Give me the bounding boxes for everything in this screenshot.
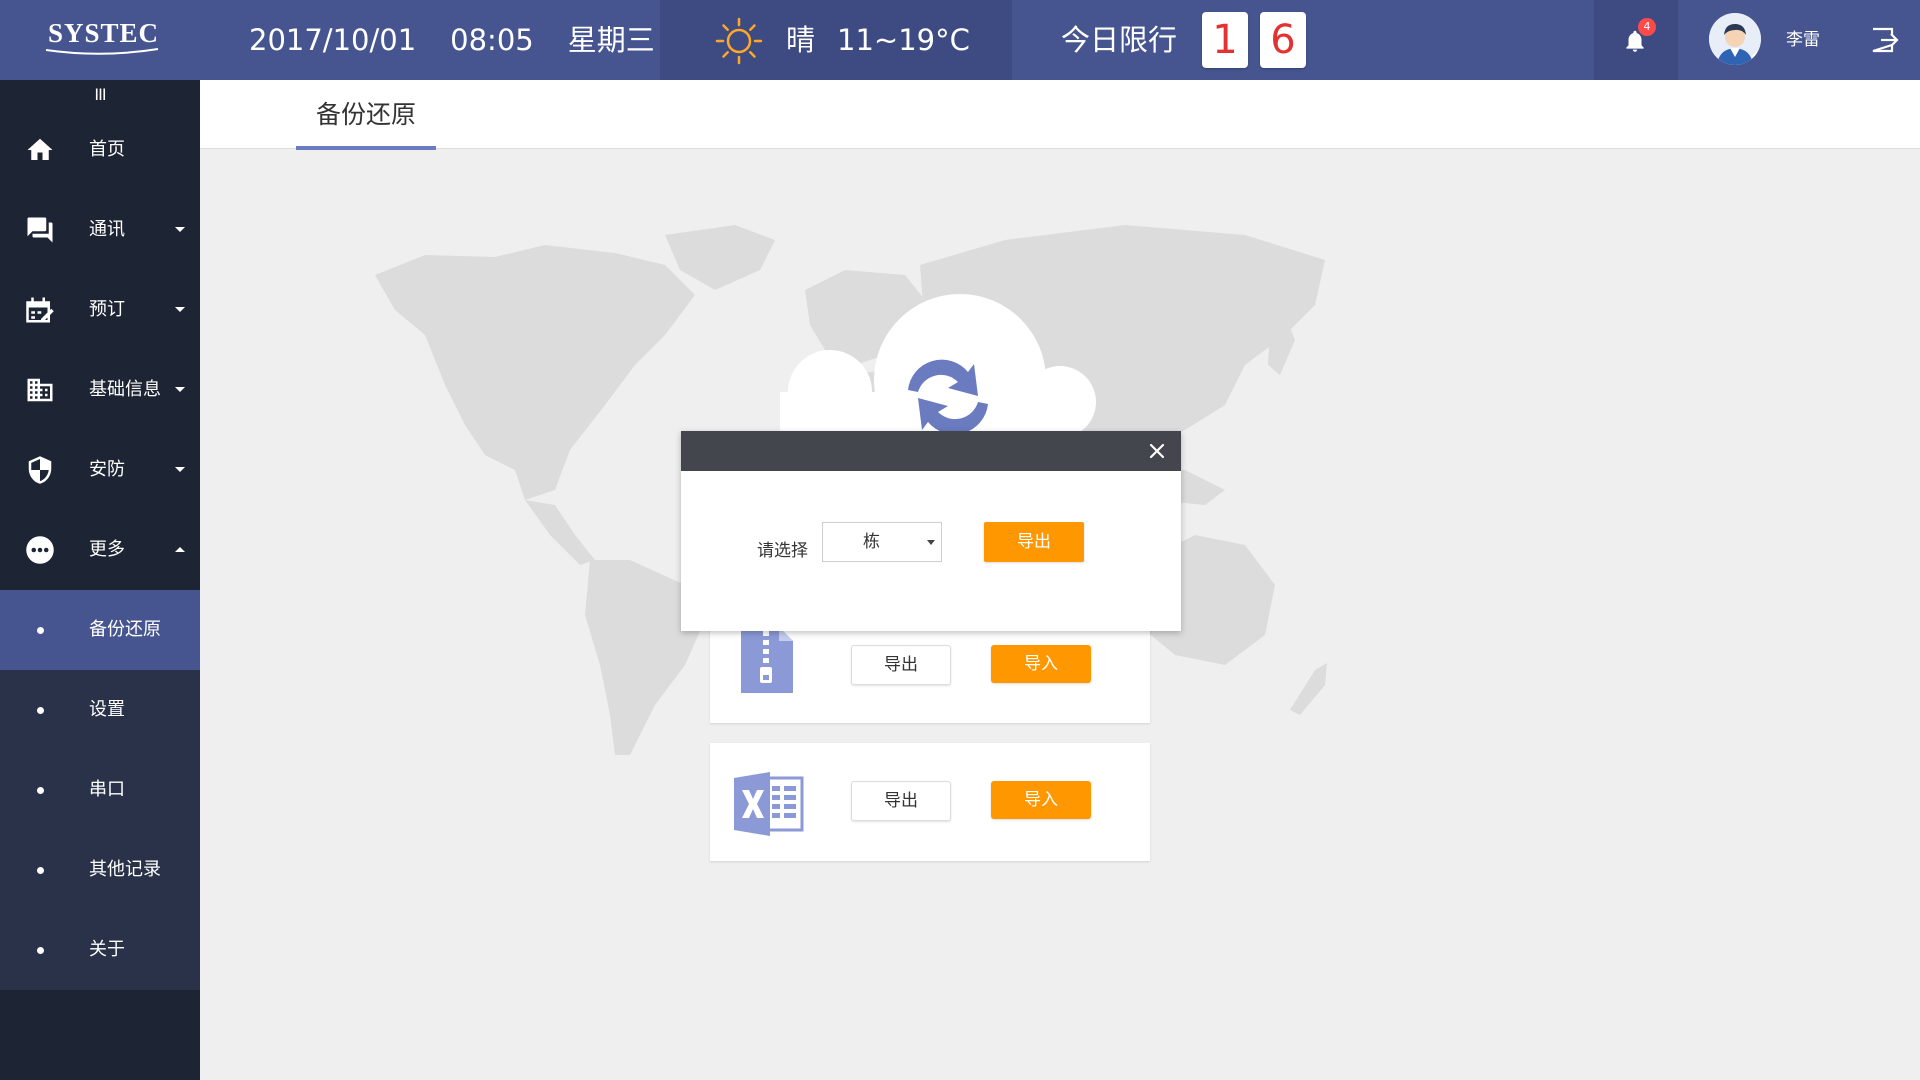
zip-file-icon — [741, 627, 793, 693]
dropdown-arrow-icon — [927, 540, 935, 545]
export-dialog: 请选择 栋 导出 — [681, 431, 1181, 631]
chevron-down-icon — [175, 307, 185, 312]
limit-digit-1: 1 — [1202, 12, 1248, 68]
zip-import-button[interactable]: 导入 — [991, 645, 1091, 683]
sidebar-item-home[interactable]: 首页 — [0, 110, 200, 190]
chat-icon — [27, 217, 53, 243]
sun-icon — [715, 17, 763, 65]
submenu-item-other-records[interactable]: 其他记录 — [0, 830, 200, 910]
bullet-icon — [37, 787, 44, 794]
submenu-item-about[interactable]: 关于 — [0, 910, 200, 990]
building-icon — [27, 378, 53, 402]
booking-icon — [26, 297, 54, 323]
sidebar: III 首页 通讯 预订 基础信息 安防 更多 备份还原 设置 串口 其他记录 … — [0, 80, 200, 1080]
sidebar-item-communication[interactable]: 通讯 — [0, 190, 200, 270]
home-icon — [27, 138, 53, 160]
cloud-sync-illustration — [780, 294, 1096, 442]
sidebar-item-label: 基础信息 — [89, 379, 161, 400]
time-text: 08:05 — [450, 23, 534, 57]
more-icon — [26, 536, 54, 564]
sidebar-item-label: 通讯 — [89, 219, 125, 240]
select-value: 栋 — [863, 532, 880, 552]
sidebar-item-basic-info[interactable]: 基础信息 — [0, 350, 200, 430]
sidebar-item-label: 更多 — [89, 539, 125, 560]
bullet-icon — [37, 867, 44, 874]
date-text: 2017/10/01 — [249, 23, 417, 57]
chevron-down-icon — [175, 227, 185, 232]
select-label: 请选择 — [757, 541, 808, 561]
datetime: 2017/10/01 08:05 星期三 — [249, 0, 689, 80]
zip-export-button[interactable]: 导出 — [851, 645, 951, 685]
excel-export-button[interactable]: 导出 — [851, 781, 951, 821]
sidebar-item-label: 首页 — [89, 139, 125, 160]
dialog-header — [681, 431, 1181, 471]
logo-text: SYSTEC — [48, 18, 160, 48]
top-bar: SYSTEC 2017/10/01 08:05 星期三 晴 11~19°C 今日限行… — [0, 0, 1920, 80]
sidebar-item-label: 预订 — [89, 299, 125, 320]
sidebar-item-security[interactable]: 安防 — [0, 430, 200, 510]
chevron-down-icon — [175, 387, 185, 392]
submenu-item-serial-port[interactable]: 串口 — [0, 750, 200, 830]
logo: SYSTEC — [0, 0, 200, 80]
traffic-limit-label: 今日限行 — [1061, 23, 1178, 57]
shield-icon — [28, 456, 52, 484]
notification-badge: 4 — [1638, 18, 1656, 36]
submenu-item-label: 备份还原 — [89, 619, 161, 640]
tab-bar: 备份还原 — [200, 80, 1920, 150]
chevron-up-icon — [175, 547, 185, 552]
excel-import-button[interactable]: 导入 — [991, 781, 1091, 819]
tab-backup-restore[interactable]: 备份还原 — [296, 80, 436, 150]
weekday-text: 星期三 — [567, 23, 655, 57]
submenu-item-label: 其他记录 — [89, 859, 161, 880]
notification-button[interactable]: 4 — [1594, 0, 1678, 80]
sidebar-item-more[interactable]: 更多 — [0, 510, 200, 590]
weather-condition: 晴 — [786, 23, 816, 57]
logo-swoosh — [45, 48, 159, 55]
close-icon[interactable] — [1141, 435, 1173, 467]
limit-digit-2: 6 — [1260, 12, 1306, 68]
bullet-icon — [37, 707, 44, 714]
weather-panel: 晴 11~19°C — [660, 0, 1012, 80]
bullet-icon — [37, 947, 44, 954]
sidebar-item-label: 安防 — [89, 459, 125, 480]
sidebar-toggle[interactable]: III — [0, 80, 200, 110]
avatar-image — [1709, 13, 1761, 65]
building-select[interactable]: 栋 — [822, 522, 942, 562]
submenu-item-label: 关于 — [89, 939, 125, 960]
sidebar-item-booking[interactable]: 预订 — [0, 270, 200, 350]
submenu-item-label: 设置 — [89, 699, 125, 720]
bullet-icon — [37, 627, 44, 634]
username[interactable]: 李雷 — [1786, 0, 1820, 80]
submenu-item-label: 串口 — [89, 779, 125, 800]
weather-temperature: 11~19°C — [837, 23, 970, 57]
backup-card-excel: 导出 导入 — [710, 743, 1150, 861]
submenu-more: 备份还原 设置 串口 其他记录 关于 — [0, 590, 200, 990]
avatar[interactable] — [1709, 13, 1761, 65]
logout-icon[interactable] — [1870, 26, 1900, 54]
chevron-down-icon — [175, 467, 185, 472]
submenu-item-backup-restore[interactable]: 备份还原 — [0, 590, 200, 670]
submenu-item-settings[interactable]: 设置 — [0, 670, 200, 750]
dialog-export-button[interactable]: 导出 — [984, 522, 1084, 562]
excel-file-icon — [734, 772, 804, 836]
